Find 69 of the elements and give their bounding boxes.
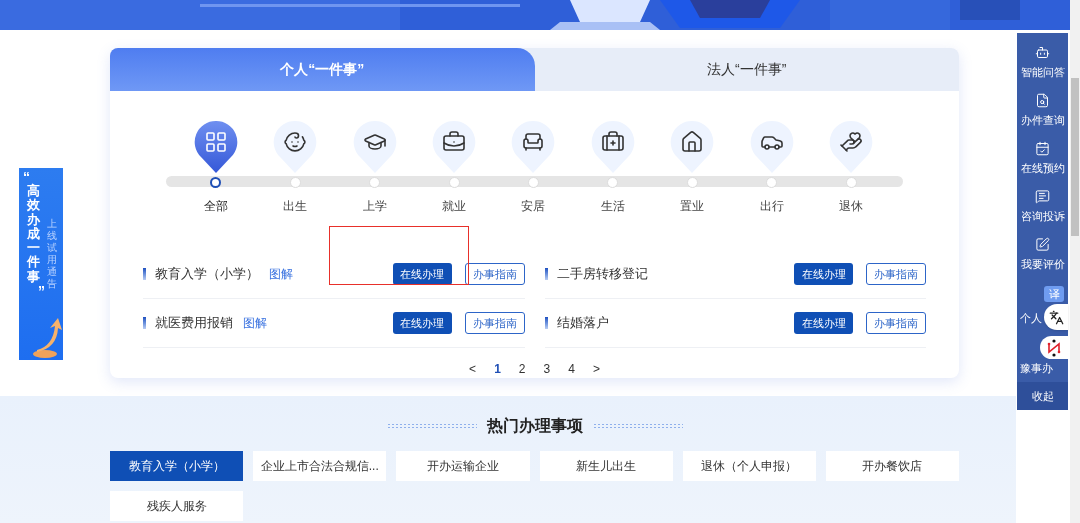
guide-button[interactable]: 办事指南 (464, 312, 525, 334)
translate-icon (1048, 309, 1064, 325)
diagram-link[interactable]: 图解 (243, 314, 267, 332)
row-marker (544, 268, 548, 280)
category-tab[interactable]: 置业 (652, 119, 733, 216)
service-title: 结婚落户 (556, 314, 609, 333)
hot-item[interactable]: 企业上市合法合规信... (253, 451, 387, 481)
category-tab[interactable]: 全部 (176, 119, 256, 216)
hot-item[interactable]: 开办餐饮店 (825, 451, 959, 481)
baby-icon (283, 130, 308, 155)
category-tab[interactable]: 就业 (414, 119, 494, 216)
robot-icon (1035, 45, 1050, 60)
hot-item[interactable]: 退休（个人申报） (682, 451, 816, 481)
online-button[interactable]: 在线办理 (794, 263, 853, 285)
hot-item[interactable]: 教育入学（小学） (110, 451, 244, 481)
section-title: 热门办理事项 (486, 416, 583, 436)
hot-item[interactable]: 残疾人服务 (110, 491, 244, 521)
sidebar-item[interactable]: 智能问答 (1020, 45, 1065, 93)
collapse-button[interactable]: 收起 (1017, 382, 1068, 410)
rising-arrow-icon (31, 316, 63, 360)
row-marker (143, 268, 146, 280)
promo-subline: 上线试用通告 (47, 218, 57, 291)
page-button[interactable]: 3 (541, 360, 553, 378)
row-marker (143, 317, 146, 329)
service-title: 二手房转移登记 (556, 265, 648, 284)
file-search-icon (1035, 93, 1050, 108)
category-tab[interactable]: 退休 (811, 119, 891, 216)
hand-heart-icon (839, 130, 864, 155)
online-button[interactable]: 在线办理 (392, 263, 452, 285)
grid-icon (203, 130, 228, 155)
guide-button[interactable]: 办事指南 (866, 312, 926, 334)
category-tab[interactable]: 出行 (732, 119, 812, 216)
online-button[interactable]: 在线办理 (794, 312, 853, 334)
sidebar-item[interactable]: 我要评价 (1020, 237, 1065, 285)
category-tab[interactable]: 生活 (573, 119, 653, 216)
category-tab[interactable]: 上学 (334, 119, 415, 216)
calendar-icon (1035, 141, 1050, 156)
assistant-button[interactable] (1040, 336, 1068, 359)
hot-item[interactable]: 开办运输企业 (396, 451, 530, 481)
translate-button[interactable] (1044, 304, 1068, 330)
guide-button[interactable]: 办事指南 (464, 263, 525, 285)
hot-item[interactable]: 新生儿出生 (539, 451, 673, 481)
network-icon (1046, 338, 1062, 357)
sidebar-item[interactable]: 咨询投诉 (1020, 189, 1065, 237)
edit-icon (1035, 237, 1050, 252)
message-icon (1035, 189, 1050, 204)
category-tab[interactable]: 安居 (493, 119, 574, 216)
house-icon (680, 130, 705, 155)
page-button[interactable]: 2 (516, 360, 528, 378)
tab[interactable]: 法人“一件事” (534, 48, 959, 92)
sidebar-item[interactable]: 个人 (1020, 313, 1042, 324)
page-button[interactable]: 1 (492, 360, 503, 378)
service-title: 就医费用报销 (155, 314, 233, 333)
quote-mark: ” (38, 284, 45, 299)
row-marker (544, 317, 548, 329)
sidebar-item[interactable]: 在线预约 (1020, 141, 1065, 189)
service-title: 教育入学（小学） (155, 265, 259, 284)
quote-mark: “ (23, 170, 30, 184)
promo-headline: 高效办成一件事 (26, 184, 40, 285)
next-page-button[interactable]: > (590, 360, 602, 378)
sidebar-item[interactable]: 豫事办 (1020, 363, 1053, 374)
scrollbar-thumb[interactable] (1071, 78, 1079, 236)
category-tab[interactable]: 出生 (255, 119, 335, 216)
diagram-link[interactable]: 图解 (269, 265, 293, 283)
online-button[interactable]: 在线办理 (392, 312, 452, 334)
guide-button[interactable]: 办事指南 (866, 263, 926, 285)
page-button[interactable]: 4 (566, 360, 577, 378)
sidebar-item[interactable]: 办件查询 (1020, 93, 1065, 141)
prev-page-button[interactable]: < (467, 360, 479, 378)
